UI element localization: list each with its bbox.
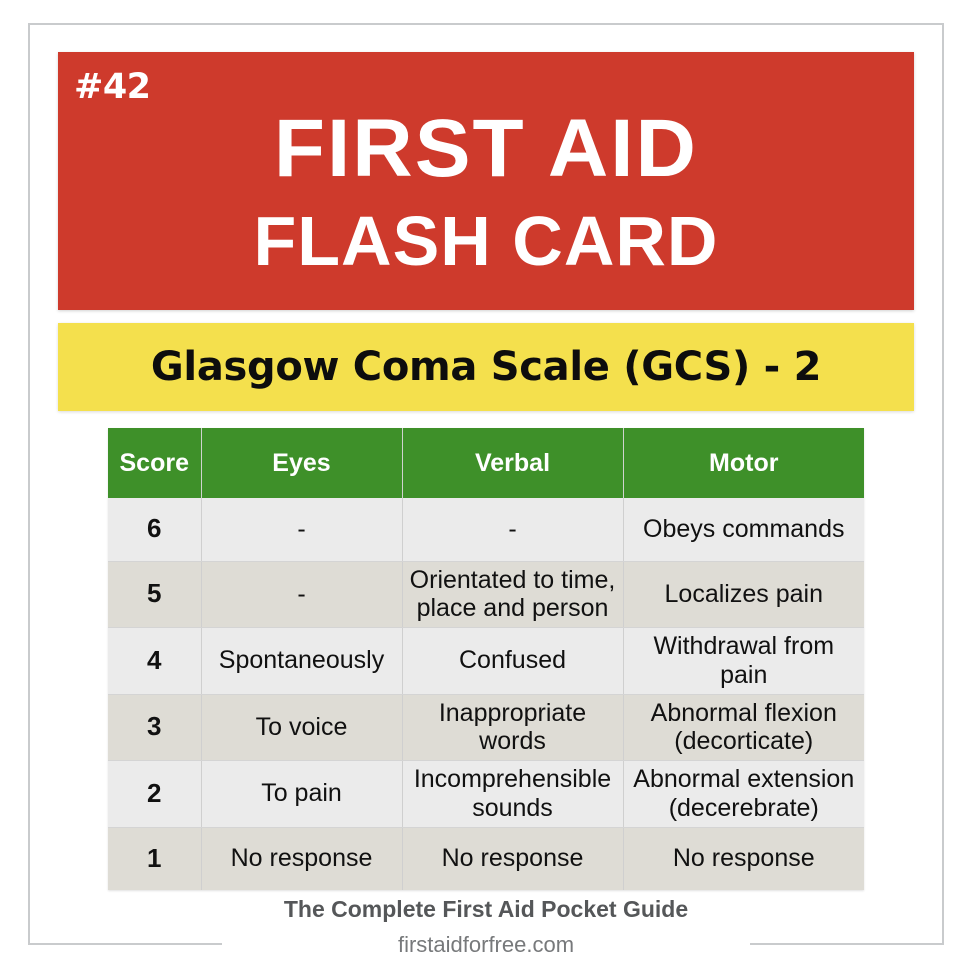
table-row: 2 To pain Incomprehensible sounds Abnorm… (108, 760, 864, 828)
topic-title: Glasgow Coma Scale (GCS) - 2 (150, 344, 822, 390)
cell-score: 1 (108, 827, 202, 890)
cell-verbal: No response (402, 827, 624, 890)
cell-score: 3 (108, 694, 202, 761)
footer: The Complete First Aid Pocket Guide firs… (0, 896, 972, 958)
table-header: Score Eyes Verbal Motor (108, 428, 864, 498)
flash-card: #42 FIRST AID FLASH CARD Glasgow Coma Sc… (0, 0, 972, 972)
cell-eyes: To pain (201, 760, 403, 828)
header-title-block: FIRST AID FLASH CARD (58, 52, 914, 310)
cell-motor: Localizes pain (623, 561, 864, 628)
page-title: FIRST AID (273, 103, 699, 195)
column-header-motor: Motor (623, 428, 864, 498)
cell-score: 5 (108, 561, 202, 628)
cell-eyes: - (201, 561, 403, 628)
table-row: 6 - - Obeys commands (108, 498, 864, 562)
cell-score: 6 (108, 498, 202, 562)
cell-motor: Abnormal flexion (decorticate) (623, 694, 864, 761)
gcs-table: Score Eyes Verbal Motor 6 - - Obeys comm… (108, 428, 864, 890)
cell-motor: Obeys commands (623, 498, 864, 562)
cell-score: 2 (108, 760, 202, 828)
footer-website-url: firstaidforfree.com (397, 932, 575, 957)
table-header-row: Score Eyes Verbal Motor (108, 428, 864, 498)
cell-verbal: Confused (402, 627, 624, 695)
cell-verbal: - (402, 498, 624, 562)
column-header-eyes: Eyes (201, 428, 403, 498)
table-row: 5 - Orientated to time, place and person… (108, 561, 864, 628)
page-subtitle: FLASH CARD (253, 201, 719, 280)
cell-eyes: No response (201, 827, 403, 890)
cell-eyes: Spontaneously (201, 627, 403, 695)
cell-verbal: Inappropriate words (402, 694, 624, 761)
cell-eyes: - (201, 498, 403, 562)
cell-verbal: Orientated to time, place and person (402, 561, 624, 628)
cell-motor: Withdrawal from pain (623, 627, 864, 695)
table-body: 6 - - Obeys commands 5 - Orientated to t… (108, 498, 864, 890)
cell-score: 4 (108, 627, 202, 695)
cell-motor: No response (623, 827, 864, 890)
cell-motor: Abnormal extension (decerebrate) (623, 760, 864, 828)
table-row: 4 Spontaneously Confused Withdrawal from… (108, 627, 864, 695)
header-banner: #42 FIRST AID FLASH CARD (58, 52, 914, 310)
table-row: 1 No response No response No response (108, 827, 864, 890)
table-row: 3 To voice Inappropriate words Abnormal … (108, 694, 864, 761)
footer-guide-title: The Complete First Aid Pocket Guide (283, 896, 689, 922)
column-header-score: Score (108, 428, 202, 498)
topic-banner: Glasgow Coma Scale (GCS) - 2 (58, 323, 914, 411)
cell-eyes: To voice (201, 694, 403, 761)
column-header-verbal: Verbal (402, 428, 624, 498)
cell-verbal: Incomprehensible sounds (402, 760, 624, 828)
